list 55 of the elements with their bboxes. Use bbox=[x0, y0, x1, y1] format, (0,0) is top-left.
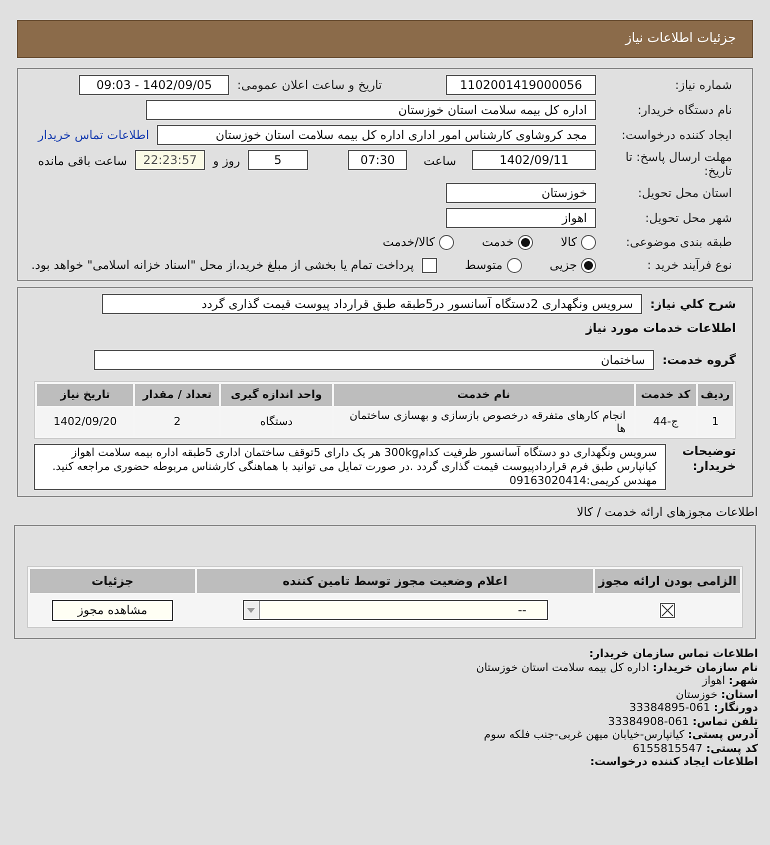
section-title: اطلاعات خدمات مورد نیاز bbox=[584, 320, 736, 337]
label-text: متوسط bbox=[464, 257, 503, 274]
field-label: گروه خدمت: bbox=[666, 352, 736, 369]
contact-line: نام سازمان خریدار: اداره کل بیمه سلامت استان خوزستان bbox=[476, 660, 758, 674]
field-value: 1102001419000056 bbox=[446, 75, 596, 95]
column-header: ردیف bbox=[698, 384, 733, 406]
field-value: 1402/09/05 - 09:03 bbox=[79, 75, 230, 95]
column-header: تعداد / مقدار bbox=[135, 384, 220, 406]
column-header: واحد اندازه گیری bbox=[221, 384, 332, 406]
field-label: استان محل تحویل: bbox=[636, 186, 732, 200]
label-text: ساعت bbox=[423, 153, 456, 170]
contact-title: اطلاعات ایجاد کننده درخواست: bbox=[590, 755, 758, 768]
label-text: کالا bbox=[560, 234, 577, 251]
field-label: مهلت ارسال پاسخ: تا تاریخ: bbox=[624, 150, 732, 178]
field-value: 07:30 bbox=[348, 150, 408, 170]
field-value: اداره کل بیمه سلامت استان خوزستان bbox=[146, 100, 596, 120]
contact-line: آدرس پستی: کیانپارس-خیابان میهن غربی-جنب فلکه سوم bbox=[484, 728, 758, 742]
field-value: 1402/09/11 bbox=[472, 150, 596, 170]
column-header: نام خدمت bbox=[334, 384, 634, 406]
field-value: ساختمان bbox=[94, 350, 654, 370]
field-label: شهر محل تحویل: bbox=[644, 211, 732, 225]
label-text: خدمت bbox=[482, 234, 514, 251]
buyer-contact-link[interactable]: اطلاعات تماس خریدار bbox=[38, 126, 150, 144]
field-label: نام دستگاه خریدار: bbox=[636, 103, 732, 117]
column-header: اعلام وضعیت مجوز توسط تامین کننده bbox=[197, 569, 593, 593]
column-header: جزئیات bbox=[30, 569, 195, 593]
label-text: کالا/خدمت bbox=[382, 234, 435, 251]
field-value: سرویس ونگهداری 2دستگاه آسانسور در5طبقه طبق قرارداد پیوست قیمت گذاری گردد bbox=[102, 294, 642, 314]
column-header: الزامی بودن ارائه مجوز bbox=[595, 569, 740, 593]
label-text: ساعت باقی مانده bbox=[38, 153, 128, 170]
field-label: شماره نیاز: bbox=[674, 78, 732, 92]
field-value: 5 bbox=[248, 150, 308, 170]
label-text: روز و bbox=[213, 153, 240, 170]
label-text: جزیی bbox=[550, 257, 577, 274]
view-permit-button[interactable]: مشاهده مجوز bbox=[52, 600, 173, 620]
buyer-notes: سرویس ونگهداری دو دستگاه آسانسور ظرفیت کدام300kg هر یک دارای 5توقف ساختمان اداری 5طبقه اداره بیمه سلامت اهواز کیانپارس طبق فرم قراردادپیوست قیمت گذاری گردد .در صورت تمایل می توانید با هماهنگی کارشناس مربوطه حضوری مراجعه کنید. مهندس کریمی:09163020414 bbox=[34, 444, 666, 490]
contact-line: استان: خوزستان bbox=[676, 688, 758, 701]
field-label: طبقه بندی موضوعی: bbox=[624, 235, 732, 249]
field-value: مجد کروشاوی کارشناس امور اداری اداره کل بیمه سلامت استان خوزستان bbox=[157, 125, 596, 145]
page-header: جزئیات اطلاعات نیاز bbox=[17, 20, 753, 58]
section-title: اطلاعات مجوزهای ارائه خدمت / کالا bbox=[576, 504, 758, 521]
field-value: خوزستان bbox=[446, 183, 596, 203]
label-text: پرداخت تمام یا بخشی از مبلغ خرید،از محل "اسناد خزانه اسلامی" خواهد بود. bbox=[31, 257, 414, 274]
field-value: 22:23:57 bbox=[135, 150, 206, 170]
column-header: کد خدمت bbox=[636, 384, 696, 406]
contact-title: اطلاعات تماس سازمان خریدار: bbox=[589, 647, 758, 660]
status-dropdown[interactable]: -- bbox=[242, 600, 548, 620]
field-label: توضیحات خریدار: bbox=[681, 444, 736, 474]
field-label: نوع فرآیند خرید : bbox=[646, 258, 732, 272]
field-label: ایجاد کننده درخواست: bbox=[620, 128, 732, 142]
column-header: تاریخ نیاز bbox=[37, 384, 134, 406]
field-label: تاریخ و ساعت اعلان عمومی: bbox=[237, 78, 382, 92]
field-value: اهواز bbox=[446, 208, 596, 228]
contact-line: شهر: اهواز bbox=[702, 674, 758, 688]
field-label: شرح کلي نياز: bbox=[650, 296, 736, 313]
